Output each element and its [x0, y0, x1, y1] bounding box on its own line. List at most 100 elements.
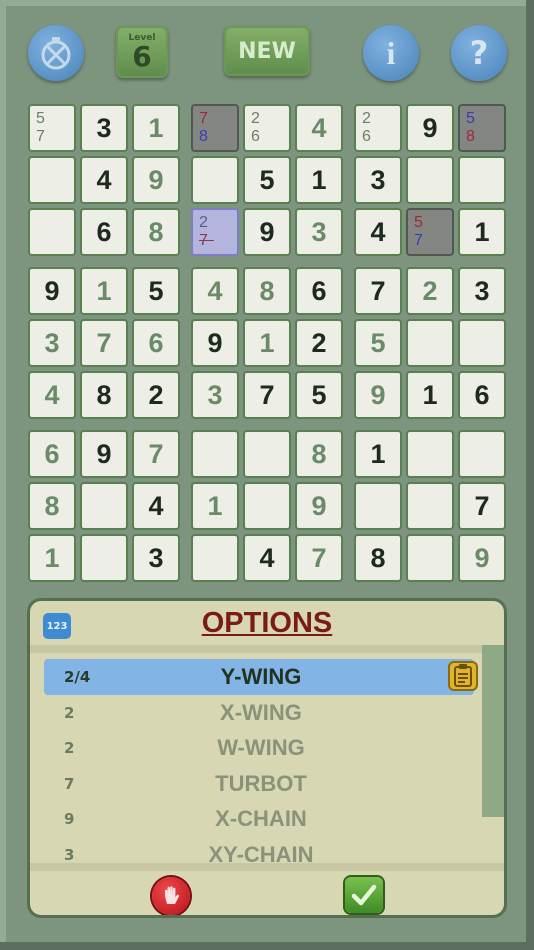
timer-button[interactable]: [28, 25, 84, 81]
sudoku-cell[interactable]: [406, 319, 454, 367]
sudoku-cell[interactable]: [354, 482, 402, 530]
sudoku-cell[interactable]: 7: [243, 371, 291, 419]
sudoku-cell[interactable]: 9: [243, 208, 291, 256]
sudoku-cell[interactable]: 4: [132, 482, 180, 530]
sudoku-cell[interactable]: 2 6: [243, 104, 291, 152]
sudoku-cell[interactable]: [243, 482, 291, 530]
sudoku-cell[interactable]: 6: [295, 267, 343, 315]
sudoku-cell[interactable]: 1: [28, 534, 76, 582]
sudoku-cell[interactable]: [406, 156, 454, 204]
sudoku-cell[interactable]: 7 8: [191, 104, 239, 152]
sudoku-cell[interactable]: 6: [80, 208, 128, 256]
sudoku-cell[interactable]: 9: [132, 156, 180, 204]
sudoku-cell[interactable]: 5: [243, 156, 291, 204]
option-row-w-wing[interactable]: 2 W-WING: [44, 730, 474, 766]
sudoku-cell[interactable]: 1: [243, 319, 291, 367]
sudoku-cell[interactable]: 8: [295, 430, 343, 478]
sudoku-cell[interactable]: 9: [295, 482, 343, 530]
sudoku-cell[interactable]: 9: [28, 267, 76, 315]
sudoku-cell[interactable]: 3: [295, 208, 343, 256]
sudoku-cell[interactable]: 7: [80, 319, 128, 367]
option-row-x-chain[interactable]: 9 X-CHAIN: [44, 801, 474, 837]
given-digit: 5: [148, 275, 164, 306]
confirm-button[interactable]: [345, 877, 383, 913]
sudoku-cell[interactable]: 5: [132, 267, 180, 315]
sudoku-cell[interactable]: 2 6: [354, 104, 402, 152]
sudoku-cell[interactable]: 4: [80, 156, 128, 204]
sudoku-cell[interactable]: 9: [406, 104, 454, 152]
sudoku-cell[interactable]: [191, 156, 239, 204]
sudoku-cell[interactable]: 1: [406, 371, 454, 419]
sudoku-cell[interactable]: 4: [295, 104, 343, 152]
sudoku-cell[interactable]: [191, 430, 239, 478]
sudoku-cell[interactable]: 6: [458, 371, 506, 419]
sudoku-cell[interactable]: 7: [458, 482, 506, 530]
sudoku-cell[interactable]: 4: [354, 208, 402, 256]
sudoku-cell[interactable]: 8: [354, 534, 402, 582]
sudoku-cell[interactable]: [28, 156, 76, 204]
sudoku-cell[interactable]: 5: [354, 319, 402, 367]
sudoku-cell[interactable]: [458, 319, 506, 367]
option-row-y-wing[interactable]: 2/4 Y-WING: [44, 659, 478, 695]
options-scrollbar[interactable]: [482, 645, 504, 817]
new-game-button[interactable]: NEW: [224, 26, 310, 76]
given-digit: 7: [474, 490, 490, 521]
sudoku-cell[interactable]: 6: [132, 319, 180, 367]
sudoku-cell[interactable]: 4: [191, 267, 239, 315]
sudoku-cell[interactable]: 1: [80, 267, 128, 315]
sudoku-cell[interactable]: 3: [191, 371, 239, 419]
option-row-turbot[interactable]: 7 TURBOT: [44, 766, 474, 802]
cancel-button[interactable]: [152, 877, 190, 915]
sudoku-cell[interactable]: 1: [458, 208, 506, 256]
sudoku-cell[interactable]: 2: [132, 371, 180, 419]
sudoku-cell[interactable]: 3: [458, 267, 506, 315]
sudoku-cell[interactable]: 4: [28, 371, 76, 419]
sudoku-cell[interactable]: 2: [406, 267, 454, 315]
sudoku-cell[interactable]: [28, 208, 76, 256]
sudoku-cell[interactable]: [406, 534, 454, 582]
sudoku-cell[interactable]: 3: [80, 104, 128, 152]
sudoku-cell[interactable]: [243, 430, 291, 478]
sudoku-cell[interactable]: 5 7: [406, 208, 454, 256]
sudoku-cell[interactable]: [458, 156, 506, 204]
sudoku-cell[interactable]: 9: [458, 534, 506, 582]
sudoku-cell[interactable]: 8: [80, 371, 128, 419]
clipboard-icon[interactable]: [448, 661, 478, 691]
given-digit: 9: [207, 327, 223, 358]
candidate-digit: 8: [199, 128, 214, 145]
sudoku-cell[interactable]: 1: [132, 104, 180, 152]
sudoku-cell[interactable]: 9: [354, 371, 402, 419]
sudoku-cell[interactable]: [80, 534, 128, 582]
sudoku-cell[interactable]: [191, 534, 239, 582]
sudoku-cell[interactable]: 8: [243, 267, 291, 315]
info-button[interactable]: i: [363, 25, 419, 81]
sudoku-cell[interactable]: 8: [28, 482, 76, 530]
sudoku-cell[interactable]: 2 7: [191, 208, 239, 256]
sudoku-cell[interactable]: 9: [80, 430, 128, 478]
sudoku-cell[interactable]: 1: [354, 430, 402, 478]
sudoku-cell[interactable]: 1: [295, 156, 343, 204]
sudoku-cell[interactable]: 3: [28, 319, 76, 367]
sudoku-cell[interactable]: 6: [28, 430, 76, 478]
level-badge[interactable]: Level 6: [116, 26, 168, 78]
sudoku-cell[interactable]: 1: [191, 482, 239, 530]
sudoku-cell[interactable]: 3: [354, 156, 402, 204]
sudoku-cell[interactable]: [406, 482, 454, 530]
sudoku-cell[interactable]: 7: [354, 267, 402, 315]
option-row-x-wing[interactable]: 2 X-WING: [44, 695, 474, 731]
sudoku-cell[interactable]: [406, 430, 454, 478]
sudoku-cell[interactable]: 2: [295, 319, 343, 367]
sudoku-cell[interactable]: 4: [243, 534, 291, 582]
sudoku-cell[interactable]: 5: [295, 371, 343, 419]
sudoku-cell[interactable]: [80, 482, 128, 530]
sudoku-cell[interactable]: 9: [191, 319, 239, 367]
sudoku-cell[interactable]: 7: [295, 534, 343, 582]
sudoku-cell[interactable]: 5 7: [28, 104, 76, 152]
sudoku-cell[interactable]: 3: [132, 534, 180, 582]
sudoku-cell[interactable]: [458, 430, 506, 478]
help-button[interactable]: ?: [451, 25, 507, 81]
sudoku-cell[interactable]: 8: [132, 208, 180, 256]
given-digit: 9: [422, 112, 438, 143]
sudoku-cell[interactable]: 5 8: [458, 104, 506, 152]
sudoku-cell[interactable]: 7: [132, 430, 180, 478]
